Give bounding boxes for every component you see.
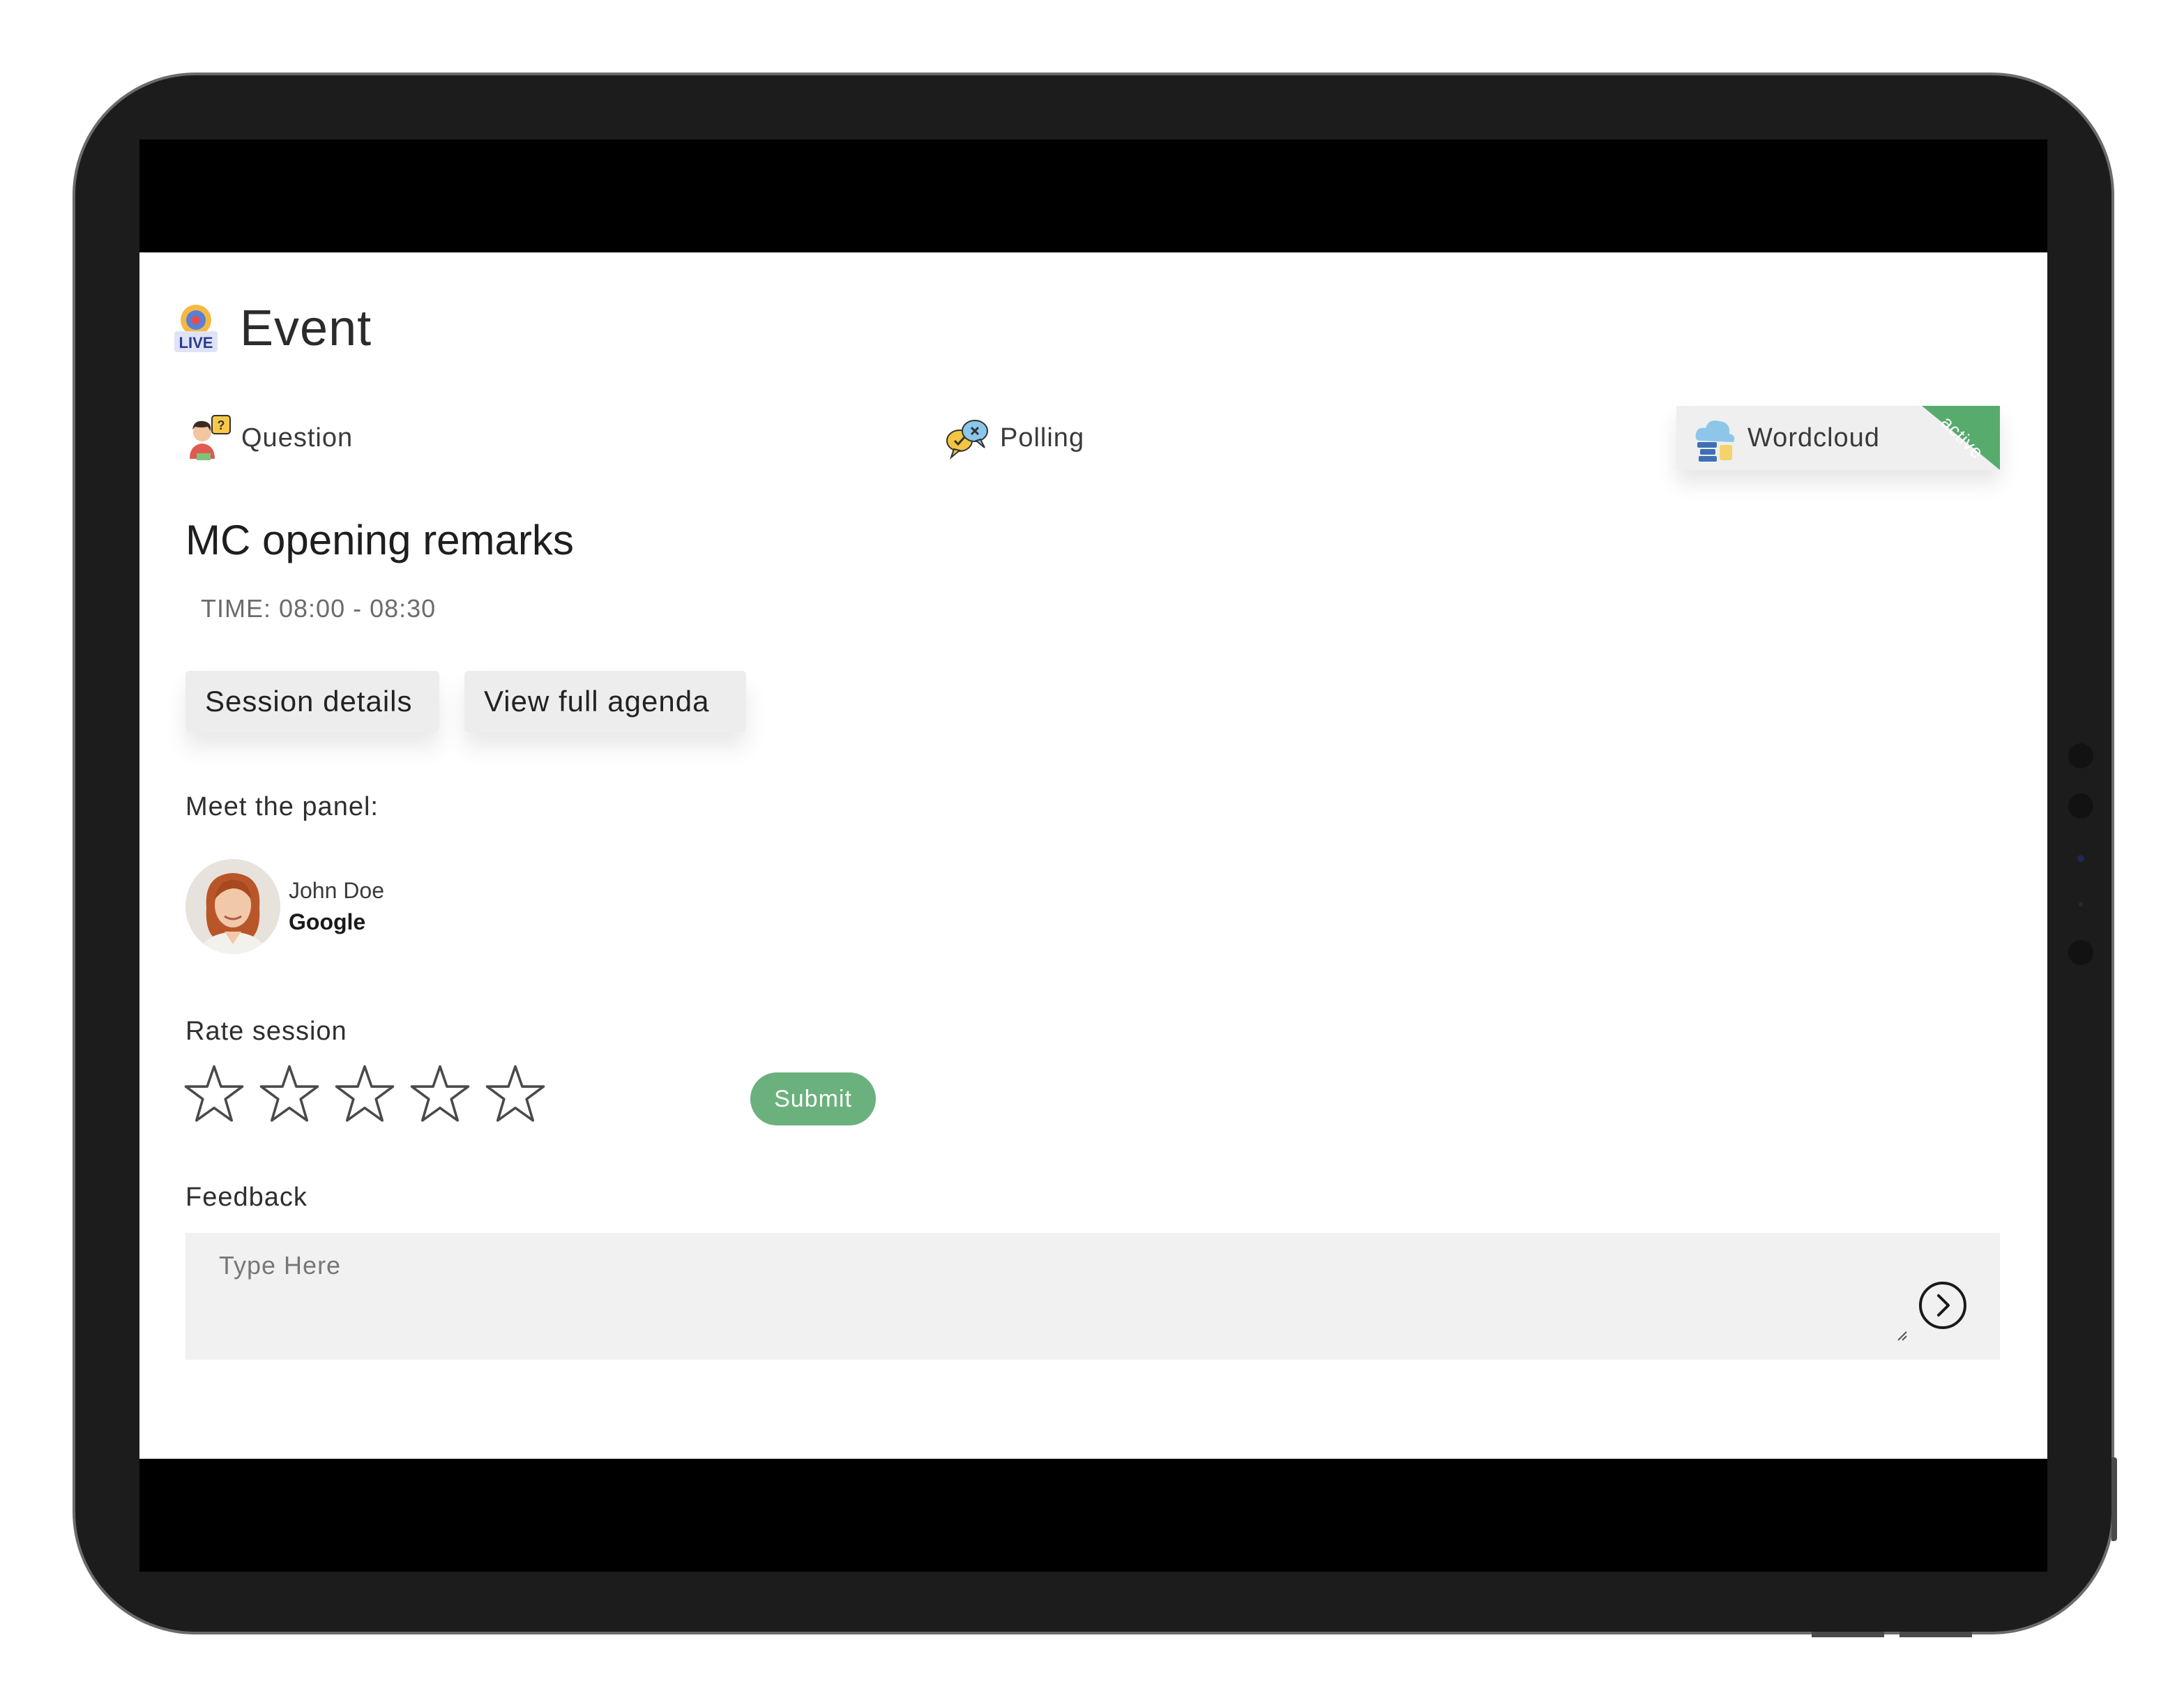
- star-icon[interactable]: [409, 1063, 471, 1125]
- session-actions: Session details View full agenda: [185, 671, 771, 732]
- avatar: [185, 859, 280, 954]
- tablet-sensor: [2068, 743, 2093, 768]
- tablet-sensor: [2068, 794, 2093, 819]
- tab-label: Wordcloud: [1747, 423, 1880, 453]
- session-title: MC opening remarks: [185, 517, 574, 563]
- feedback-input[interactable]: [218, 1250, 1894, 1350]
- panelist-info: John Doe Google: [289, 878, 384, 935]
- send-feedback-icon[interactable]: [1918, 1280, 1968, 1330]
- polling-bubbles-icon: [943, 413, 993, 463]
- svg-text:LIVE: LIVE: [179, 334, 213, 351]
- star-icon[interactable]: [484, 1063, 547, 1125]
- panelist-name: John Doe: [289, 878, 384, 903]
- tab-label: Polling: [1000, 423, 1085, 453]
- page-header: LIVE Event: [172, 300, 372, 357]
- svg-text:?: ?: [218, 418, 225, 432]
- feedback-label: Feedback: [185, 1183, 308, 1212]
- tab-wordcloud[interactable]: Wordcloud active: [1676, 406, 2000, 470]
- bottom-letterbox-bar: [139, 1459, 2047, 1572]
- tablet-sensor: [2079, 902, 2083, 906]
- star-icon[interactable]: [183, 1063, 245, 1125]
- active-ribbon: active: [1922, 406, 2000, 470]
- panel-heading: Meet the panel:: [185, 792, 379, 821]
- live-broadcast-icon: LIVE: [172, 301, 220, 356]
- tablet-side-button: [2111, 1457, 2117, 1541]
- top-letterbox-bar: [139, 139, 2047, 252]
- page-title: Event: [240, 301, 372, 356]
- submit-rating-button[interactable]: Submit: [750, 1072, 876, 1125]
- panelist-card: John Doe Google: [185, 859, 384, 954]
- session-details-button[interactable]: Session details: [185, 671, 439, 732]
- tablet-volume-button: [1812, 1632, 1884, 1637]
- tablet-camera: [2068, 940, 2093, 965]
- session-time: TIME: 08:00 - 08:30: [201, 594, 437, 623]
- feature-tabs: ? Question Polling Wordcloud active: [184, 406, 2000, 470]
- star-rating: [183, 1063, 559, 1125]
- wordcloud-icon: [1690, 413, 1741, 463]
- panelist-company: Google: [289, 909, 366, 934]
- star-icon[interactable]: [258, 1063, 321, 1125]
- tab-question[interactable]: ? Question: [184, 406, 353, 470]
- question-person-icon: ?: [184, 413, 234, 463]
- tab-label: Question: [241, 423, 354, 453]
- tablet-screen: LIVE Event ? Question Polling Wordcloud …: [139, 139, 2047, 1572]
- tablet-volume-button: [1899, 1632, 1972, 1637]
- resize-handle-icon[interactable]: [1895, 1329, 1908, 1342]
- tablet-sensor: [2077, 855, 2084, 862]
- event-page: LIVE Event ? Question Polling Wordcloud …: [139, 252, 2047, 1459]
- feedback-box: [185, 1233, 2000, 1360]
- tab-polling[interactable]: Polling: [943, 406, 1084, 470]
- rate-session-label: Rate session: [185, 1017, 347, 1046]
- view-full-agenda-button[interactable]: View full agenda: [464, 671, 746, 732]
- star-icon[interactable]: [333, 1063, 396, 1125]
